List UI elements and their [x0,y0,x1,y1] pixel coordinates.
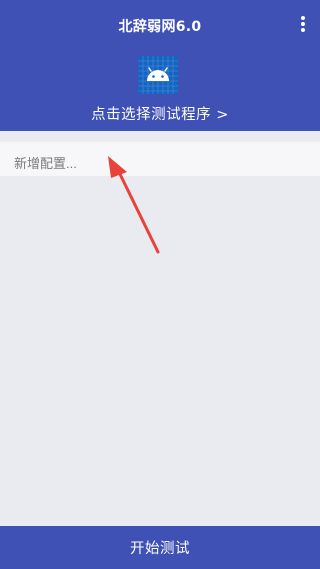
app-header: 北辞弱网6.0 点击选择测试程序 > [0,0,320,131]
select-program-link[interactable]: 点击选择测试程序 > [0,103,320,124]
app-screen: 北辞弱网6.0 点击选择测试程序 > 新增配置... 开始测试 [0,0,320,569]
divider [0,131,320,142]
android-icon[interactable] [138,56,178,94]
new-config-input[interactable] [0,142,320,176]
app-title: 北辞弱网6.0 [118,19,202,35]
more-vertical-icon[interactable] [300,16,306,34]
start-test-button[interactable]: 开始测试 [0,526,320,569]
